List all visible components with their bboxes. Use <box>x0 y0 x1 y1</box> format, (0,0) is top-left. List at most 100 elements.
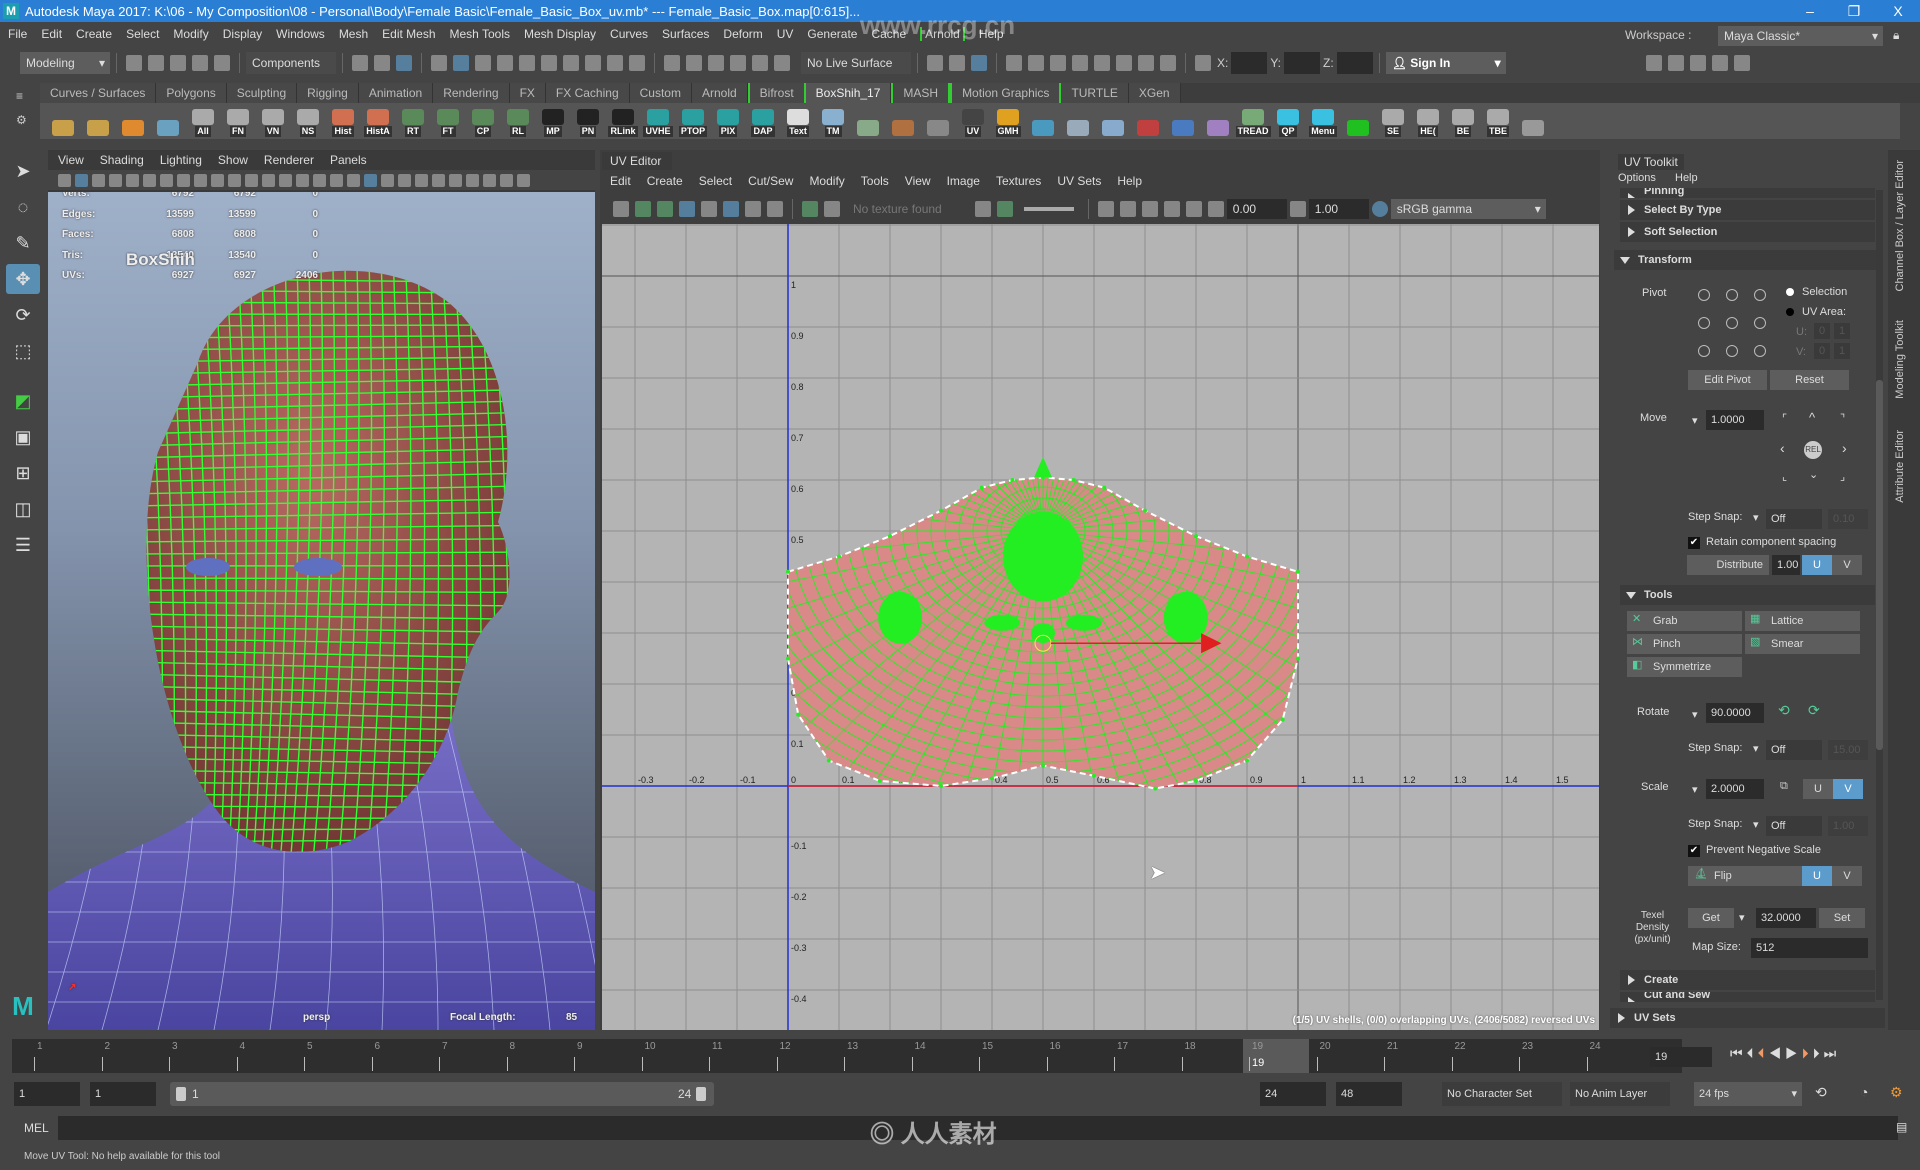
scrollbar-thumb[interactable] <box>1876 380 1883 750</box>
uv-menu-edit[interactable]: Edit <box>610 174 631 188</box>
gamma-field[interactable]: 1.00 <box>1308 199 1369 219</box>
shelf-button-tool[interactable] <box>1343 105 1373 137</box>
selection-mode-dropdown[interactable]: Components <box>246 52 336 74</box>
minimize-button[interactable]: – <box>1788 0 1832 22</box>
retain-spacing-checkbox[interactable]: ✔ <box>1688 537 1700 549</box>
play-forwards-icon[interactable]: ▶ <box>1785 1045 1802 1061</box>
move-right-icon[interactable]: › <box>1842 440 1847 456</box>
viewport-menu-shading[interactable]: Shading <box>100 153 144 167</box>
menu-create[interactable]: Create <box>76 27 112 41</box>
selection-radio[interactable] <box>1786 288 1794 296</box>
select-object-icon[interactable] <box>374 55 390 71</box>
step-forward-key-icon[interactable]: ⏵ <box>1802 1045 1813 1061</box>
shelf-button-tool[interactable] <box>888 105 918 137</box>
menu-uv[interactable]: UV <box>777 27 794 41</box>
shelf-tab-arnold[interactable]: Arnold <box>691 83 748 103</box>
shelf-button-tool[interactable] <box>48 105 78 137</box>
render-frame-icon[interactable] <box>1028 55 1044 71</box>
section-cut-and-sew[interactable]: Cut and Sew <box>1620 992 1875 1002</box>
shelf-tab-turtle[interactable]: TURTLE <box>1061 83 1129 103</box>
uv-editor-tab[interactable]: UV Editor <box>602 152 672 170</box>
shelf-button-rl[interactable]: RL <box>503 105 533 137</box>
viewport-tool-icon[interactable] <box>228 173 241 187</box>
uv-grid-icon[interactable] <box>723 201 739 217</box>
rel-button[interactable]: REL <box>1804 441 1822 459</box>
output-ops-icon[interactable] <box>949 55 965 71</box>
fps-dropdown[interactable]: 24 fps ▾ <box>1694 1082 1802 1106</box>
viewport-3d[interactable]: Verts: 6792 6792 0 Edges: 13599 13599 0 Faces: 68… <box>48 192 595 1030</box>
section-transform[interactable]: Transform <box>1614 250 1879 270</box>
paint-select-tool-icon[interactable]: ✎ <box>6 228 40 258</box>
viewport-tool-icon[interactable] <box>432 173 445 187</box>
pivot-radio[interactable] <box>1726 345 1738 357</box>
pivot-radio[interactable] <box>1698 289 1710 301</box>
section-create[interactable]: Create <box>1620 970 1875 990</box>
step-snap-dropdown-icon[interactable]: ▾ <box>1753 742 1759 755</box>
input-ops-icon[interactable] <box>927 55 943 71</box>
pivot-radio[interactable] <box>1754 317 1766 329</box>
animation-preferences-icon[interactable]: ⚙︎ <box>1890 1084 1903 1101</box>
viewport-menu-renderer[interactable]: Renderer <box>264 153 314 167</box>
update-psd-icon[interactable] <box>1141 201 1158 217</box>
texel-set-button[interactable]: Set <box>1819 908 1865 928</box>
close-button[interactable]: X <box>1876 0 1920 22</box>
move-down-right-icon[interactable]: ⌟ <box>1840 470 1845 483</box>
last-tool-icon[interactable]: ◩ <box>6 386 40 416</box>
viewport-tool-icon[interactable] <box>313 173 326 187</box>
section-tools[interactable]: Tools <box>1620 585 1875 605</box>
misc-mask-icon[interactable] <box>563 55 579 71</box>
move-dropdown-icon[interactable]: ▾ <box>1692 414 1698 427</box>
playback-start-field[interactable]: 1 <box>90 1082 156 1106</box>
shelf-button-all[interactable]: All <box>188 105 218 137</box>
go-to-start-icon[interactable]: ⏮ <box>1730 1045 1747 1061</box>
pixel-snap-icon[interactable] <box>1097 201 1114 217</box>
viewport-tool-icon[interactable] <box>262 173 275 187</box>
shelf-settings-icon[interactable]: ⚙︎ <box>16 113 40 127</box>
shelf-tab-motion-graphics[interactable]: Motion Graphics <box>950 83 1062 103</box>
mel-label[interactable]: MEL <box>24 1121 49 1135</box>
step-snap-mode-field[interactable]: Off <box>1766 816 1822 836</box>
tool-settings-icon[interactable] <box>1711 55 1728 71</box>
menu-mesh-display[interactable]: Mesh Display <box>524 27 596 41</box>
open-scene-icon[interactable] <box>148 55 164 71</box>
uv-menu-modify[interactable]: Modify <box>809 174 844 188</box>
shelf-tab-custom[interactable]: Custom <box>629 83 692 103</box>
uv-menu-uv-sets[interactable]: UV Sets <box>1057 174 1101 188</box>
shelf-button-fn[interactable]: FN <box>223 105 253 137</box>
move-up-icon[interactable]: ^ <box>1809 410 1815 425</box>
shelf-button-tool[interactable] <box>1168 105 1198 137</box>
uv-menu-cut-sew[interactable]: Cut/Sew <box>748 174 793 188</box>
viewport-menu-panels[interactable]: Panels <box>330 153 367 167</box>
shelf-button-tool[interactable] <box>1063 105 1093 137</box>
texture-field[interactable]: No texture found <box>853 202 942 216</box>
two-layout-icon[interactable]: ◫ <box>6 494 40 524</box>
gamma-icon[interactable] <box>1289 201 1306 217</box>
fit-icon[interactable] <box>1163 201 1180 217</box>
transform-mode-icon[interactable] <box>1195 55 1211 71</box>
shelf-tab-rendering[interactable]: Rendering <box>433 83 510 103</box>
anim-layer-dropdown[interactable]: No Anim Layer <box>1570 1082 1670 1106</box>
shelf-button-tread[interactable]: TREAD <box>1235 105 1271 137</box>
viewport-tool-icon[interactable] <box>500 173 513 187</box>
animation-end-field[interactable]: 48 <box>1336 1082 1402 1106</box>
lattice-tool-button[interactable]: Lattice <box>1745 611 1860 631</box>
viewport-tool-icon[interactable] <box>58 173 71 187</box>
grab-tool-button[interactable]: Grab <box>1627 611 1742 631</box>
viewport-tool-icon[interactable] <box>177 173 190 187</box>
texel-dropdown-icon[interactable]: ▾ <box>1739 911 1745 924</box>
uv-toolkit-tab[interactable]: UV Toolkit <box>1618 154 1684 170</box>
viewport-tool-icon[interactable] <box>143 173 156 187</box>
viewport-tool-icon[interactable] <box>160 173 173 187</box>
shelf-tab-bifrost[interactable]: Bifrost <box>747 83 806 103</box>
scale-uniform-icon[interactable]: ⧉ <box>1780 780 1788 793</box>
menu-edit[interactable]: Edit <box>41 27 62 41</box>
select-component-icon[interactable] <box>396 55 412 71</box>
menu-select[interactable]: Select <box>126 27 159 41</box>
viewport-tool-icon[interactable] <box>245 173 258 187</box>
checker-icon[interactable] <box>701 201 717 217</box>
shelf-button-uv[interactable]: UV <box>958 105 988 137</box>
loop-icon[interactable]: ⟲ <box>1815 1084 1827 1101</box>
viewport-tool-icon[interactable] <box>415 173 428 187</box>
single-layout-icon[interactable]: ▣ <box>6 422 40 452</box>
grid-icon[interactable] <box>613 201 629 217</box>
